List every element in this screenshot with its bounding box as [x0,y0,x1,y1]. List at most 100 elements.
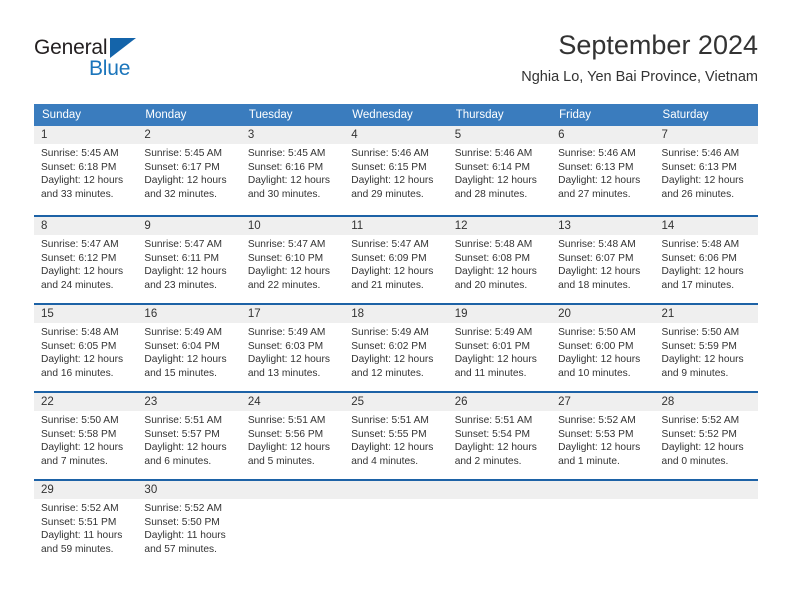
sunset-text: Sunset: 5:59 PM [661,340,737,352]
day-number: 6 [558,129,565,141]
day-details: Sunrise: 5:46 AM Sunset: 6:15 PM Dayligh… [351,147,440,201]
sunrise-text: Sunrise: 5:46 AM [558,148,636,159]
day-details: Sunrise: 5:49 AM Sunset: 6:01 PM Dayligh… [455,326,544,380]
day-cell[interactable]: 16 Sunrise: 5:49 AM Sunset: 6:04 PM Dayl… [137,305,240,391]
day-cell[interactable]: 7 Sunrise: 5:46 AM Sunset: 6:13 PM Dayli… [655,126,758,215]
sunrise-text: Sunrise: 5:48 AM [41,327,119,338]
day-cell[interactable]: 17 Sunrise: 5:49 AM Sunset: 6:03 PM Dayl… [241,305,344,391]
weekday-header-sunday: Sunday [42,109,82,121]
day-number: 13 [558,220,571,232]
daylight-text-line1: Daylight: 12 hours [247,175,330,187]
day-cell[interactable]: 21 Sunrise: 5:50 AM Sunset: 5:59 PM Dayl… [655,305,758,391]
day-cell[interactable]: 3 Sunrise: 5:45 AM Sunset: 6:16 PM Dayli… [241,126,344,215]
daylight-text-line1: Daylight: 12 hours [41,175,124,187]
day-cell[interactable]: 9 Sunrise: 5:47 AM Sunset: 6:11 PM Dayli… [137,217,240,303]
day-cell[interactable]: 14 Sunrise: 5:48 AM Sunset: 6:06 PM Dayl… [655,217,758,303]
sunrise-text: Sunrise: 5:52 AM [661,415,740,426]
daylight-text-line2: and 6 minutes. [144,455,212,467]
sunrise-text: Sunrise: 5:46 AM [661,148,740,159]
day-number: 29 [41,484,54,496]
day-details: Sunrise: 5:48 AM Sunset: 6:06 PM Dayligh… [662,238,751,292]
sunrise-text: Sunrise: 5:46 AM [351,148,429,159]
weekday-header-saturday: Saturday [662,109,709,121]
daylight-text-line2: and 13 minutes. [247,367,321,379]
day-number: 11 [351,220,364,232]
day-details: Sunrise: 5:45 AM Sunset: 6:17 PM Dayligh… [144,147,233,201]
logo-text-blue: Blue [89,57,131,80]
day-cell-empty [241,481,344,567]
day-number: 28 [661,396,675,408]
day-details: Sunrise: 5:52 AM Sunset: 5:51 PM Dayligh… [41,502,130,556]
day-cell[interactable]: 13 Sunrise: 5:48 AM Sunset: 6:07 PM Dayl… [551,217,654,303]
day-details: Sunrise: 5:51 AM Sunset: 5:55 PM Dayligh… [351,414,440,468]
day-cell[interactable]: 24 Sunrise: 5:51 AM Sunset: 5:56 PM Dayl… [241,393,344,479]
day-cell[interactable]: 22 Sunrise: 5:50 AM Sunset: 5:58 PM Dayl… [34,393,137,479]
sunset-text: Sunset: 5:53 PM [558,428,634,440]
daylight-text-line1: Daylight: 12 hours [351,354,434,366]
daylight-text-line2: and 5 minutes. [247,455,315,467]
day-cell[interactable]: 29 Sunrise: 5:52 AM Sunset: 5:51 PM Dayl… [34,481,137,567]
day-number: 12 [454,220,468,232]
daylight-text-line1: Daylight: 11 hours [144,530,226,542]
day-cell[interactable]: 25 Sunrise: 5:51 AM Sunset: 5:55 PM Dayl… [344,393,447,479]
sunset-text: Sunset: 6:10 PM [247,252,324,264]
daylight-text-line1: Daylight: 12 hours [454,175,537,187]
week-row: 29 Sunrise: 5:52 AM Sunset: 5:51 PM Dayl… [34,479,758,567]
generalblue-logo[interactable]: General Blue [34,36,234,92]
day-cell[interactable]: 20 Sunrise: 5:50 AM Sunset: 6:00 PM Dayl… [551,305,654,391]
day-cell[interactable]: 26 Sunrise: 5:51 AM Sunset: 5:54 PM Dayl… [448,393,551,479]
sunset-text: Sunset: 6:15 PM [351,161,427,173]
sunset-text: Sunset: 5:57 PM [144,428,220,440]
day-number: 17 [247,308,261,320]
week-row: 8 Sunrise: 5:47 AM Sunset: 6:12 PM Dayli… [34,215,758,303]
day-details: Sunrise: 5:47 AM Sunset: 6:11 PM Dayligh… [144,238,233,292]
day-cell[interactable]: 30 Sunrise: 5:52 AM Sunset: 5:50 PM Dayl… [137,481,240,567]
weekday-header-wednesday: Wednesday [352,109,413,121]
sunset-text: Sunset: 6:03 PM [247,340,324,352]
sunset-text: Sunset: 6:02 PM [351,340,427,352]
day-number: 10 [247,220,261,232]
day-cell[interactable]: 12 Sunrise: 5:48 AM Sunset: 6:08 PM Dayl… [448,217,551,303]
sunrise-text: Sunrise: 5:51 AM [351,415,429,426]
week-row: 22 Sunrise: 5:50 AM Sunset: 5:58 PM Dayl… [34,391,758,479]
daylight-text-line2: and 20 minutes. [454,279,528,291]
day-details: Sunrise: 5:51 AM Sunset: 5:57 PM Dayligh… [144,414,233,468]
sunrise-text: Sunrise: 5:49 AM [247,327,326,338]
day-cell-empty [344,481,447,567]
day-details: Sunrise: 5:48 AM Sunset: 6:08 PM Dayligh… [455,238,544,292]
day-cell[interactable]: 4 Sunrise: 5:46 AM Sunset: 6:15 PM Dayli… [344,126,447,215]
day-cell[interactable]: 19 Sunrise: 5:49 AM Sunset: 6:01 PM Dayl… [448,305,551,391]
day-cell[interactable]: 15 Sunrise: 5:48 AM Sunset: 6:05 PM Dayl… [34,305,137,391]
daylight-text-line2: and 7 minutes. [41,455,108,467]
day-cell[interactable]: 1 Sunrise: 5:45 AM Sunset: 6:18 PM Dayli… [34,126,137,215]
sunset-text: Sunset: 6:13 PM [558,161,634,173]
day-number: 24 [247,396,261,408]
day-cell[interactable]: 28 Sunrise: 5:52 AM Sunset: 5:52 PM Dayl… [655,393,758,479]
sunrise-text: Sunrise: 5:49 AM [351,327,429,338]
page-title: September 2024 [558,30,758,60]
day-cell[interactable]: 23 Sunrise: 5:51 AM Sunset: 5:57 PM Dayl… [137,393,240,479]
daylight-text-line2: and 9 minutes. [661,367,729,379]
day-cell[interactable]: 5 Sunrise: 5:46 AM Sunset: 6:14 PM Dayli… [448,126,551,215]
sunrise-text: Sunrise: 5:45 AM [247,148,326,159]
day-cell[interactable]: 10 Sunrise: 5:47 AM Sunset: 6:10 PM Dayl… [241,217,344,303]
day-number: 23 [144,396,158,408]
sunset-text: Sunset: 5:55 PM [351,428,427,440]
sunrise-text: Sunrise: 5:51 AM [454,415,533,426]
sunset-text: Sunset: 6:06 PM [661,252,737,264]
day-cell[interactable]: 2 Sunrise: 5:45 AM Sunset: 6:17 PM Dayli… [137,126,240,215]
sunrise-text: Sunrise: 5:47 AM [247,239,326,250]
sunrise-text: Sunrise: 5:46 AM [454,148,533,159]
sunset-text: Sunset: 6:05 PM [41,340,117,352]
day-cell[interactable]: 6 Sunrise: 5:46 AM Sunset: 6:13 PM Dayli… [551,126,654,215]
day-cell[interactable]: 27 Sunrise: 5:52 AM Sunset: 5:53 PM Dayl… [551,393,654,479]
day-number: 4 [351,129,358,141]
day-number: 5 [454,129,462,141]
daylight-text-line1: Daylight: 12 hours [247,442,330,454]
day-cell[interactable]: 18 Sunrise: 5:49 AM Sunset: 6:02 PM Dayl… [344,305,447,391]
daylight-text-line1: Daylight: 11 hours [41,530,123,542]
day-cell[interactable]: 8 Sunrise: 5:47 AM Sunset: 6:12 PM Dayli… [34,217,137,303]
day-cell[interactable]: 11 Sunrise: 5:47 AM Sunset: 6:09 PM Dayl… [344,217,447,303]
sunrise-text: Sunrise: 5:50 AM [661,327,740,338]
daylight-text-line2: and 24 minutes. [41,279,114,291]
